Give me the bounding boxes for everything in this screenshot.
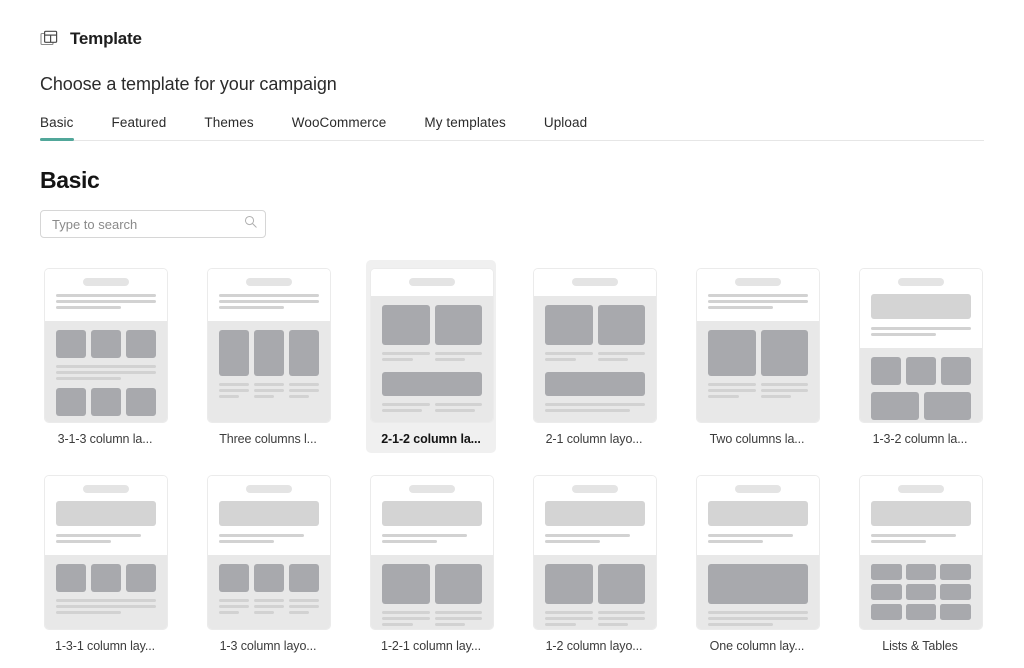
template-card-label: 1-2 column layo... — [545, 639, 643, 653]
template-thumbnail — [696, 475, 820, 630]
template-thumbnail — [44, 475, 168, 630]
template-card-1-3-2[interactable]: 1-3-2 column la... — [855, 260, 985, 453]
template-layout-icon — [40, 30, 58, 48]
template-card-one-column[interactable]: One column lay... — [692, 467, 822, 660]
template-card-label: Two columns la... — [709, 432, 805, 446]
template-thumbnail — [533, 475, 657, 630]
template-card-label: 3-1-3 column la... — [57, 432, 153, 446]
template-thumbnail — [533, 268, 657, 423]
tab-basic[interactable]: Basic — [40, 115, 74, 141]
search-box[interactable] — [40, 210, 266, 238]
template-card-label: One column lay... — [709, 639, 805, 653]
template-thumbnail — [370, 268, 494, 423]
page-header: Template — [40, 26, 984, 52]
template-thumbnail — [207, 475, 331, 630]
template-card-three-columns[interactable]: Three columns l... — [203, 260, 333, 453]
template-picker-page: Template Choose a template for your camp… — [0, 0, 1024, 660]
template-card-label: 1-2-1 column lay... — [381, 639, 481, 653]
tab-my-templates[interactable]: My templates — [424, 115, 505, 140]
template-card-lists-tables[interactable]: Lists & Tables — [855, 467, 985, 660]
template-card-label: 2-1-2 column la... — [381, 432, 481, 446]
template-grid: 3-1-3 column la... Three columns l... 2-… — [40, 260, 984, 660]
template-thumbnail — [696, 268, 820, 423]
template-thumbnail — [370, 475, 494, 630]
page-subtitle: Choose a template for your campaign — [40, 74, 337, 94]
template-card-1-3[interactable]: 1-3 column layo... — [203, 467, 333, 660]
section-title: Basic — [40, 167, 100, 193]
template-card-label: Three columns l... — [219, 432, 317, 446]
template-card-label: 1-3-2 column la... — [872, 432, 968, 446]
template-thumbnail — [859, 268, 983, 423]
template-card-1-3-1[interactable]: 1-3-1 column lay... — [40, 467, 170, 660]
search-input[interactable] — [52, 216, 244, 232]
search-icon — [244, 215, 257, 233]
template-card-3-1-3[interactable]: 3-1-3 column la... — [40, 260, 170, 453]
template-card-two-columns[interactable]: Two columns la... — [692, 260, 822, 453]
template-card-2-1[interactable]: 2-1 column layo... — [529, 260, 659, 453]
template-card-label: 2-1 column layo... — [545, 432, 643, 446]
template-card-label: Lists & Tables — [882, 639, 958, 653]
template-thumbnail — [207, 268, 331, 423]
template-thumbnail — [859, 475, 983, 630]
template-card-2-1-2[interactable]: 2-1-2 column la... — [366, 260, 496, 453]
category-tabs: Basic Featured Themes WooCommerce My tem… — [40, 115, 984, 141]
tab-woocommerce[interactable]: WooCommerce — [292, 115, 387, 140]
template-card-label: 1-3-1 column lay... — [55, 639, 155, 653]
page-title: Template — [70, 29, 142, 48]
template-card-label: 1-3 column layo... — [219, 639, 317, 653]
tab-themes[interactable]: Themes — [204, 115, 253, 140]
template-card-1-2[interactable]: 1-2 column layo... — [529, 467, 659, 660]
tab-upload[interactable]: Upload — [544, 115, 587, 140]
template-thumbnail — [44, 268, 168, 423]
template-card-1-2-1[interactable]: 1-2-1 column lay... — [366, 467, 496, 660]
tab-featured[interactable]: Featured — [112, 115, 167, 140]
